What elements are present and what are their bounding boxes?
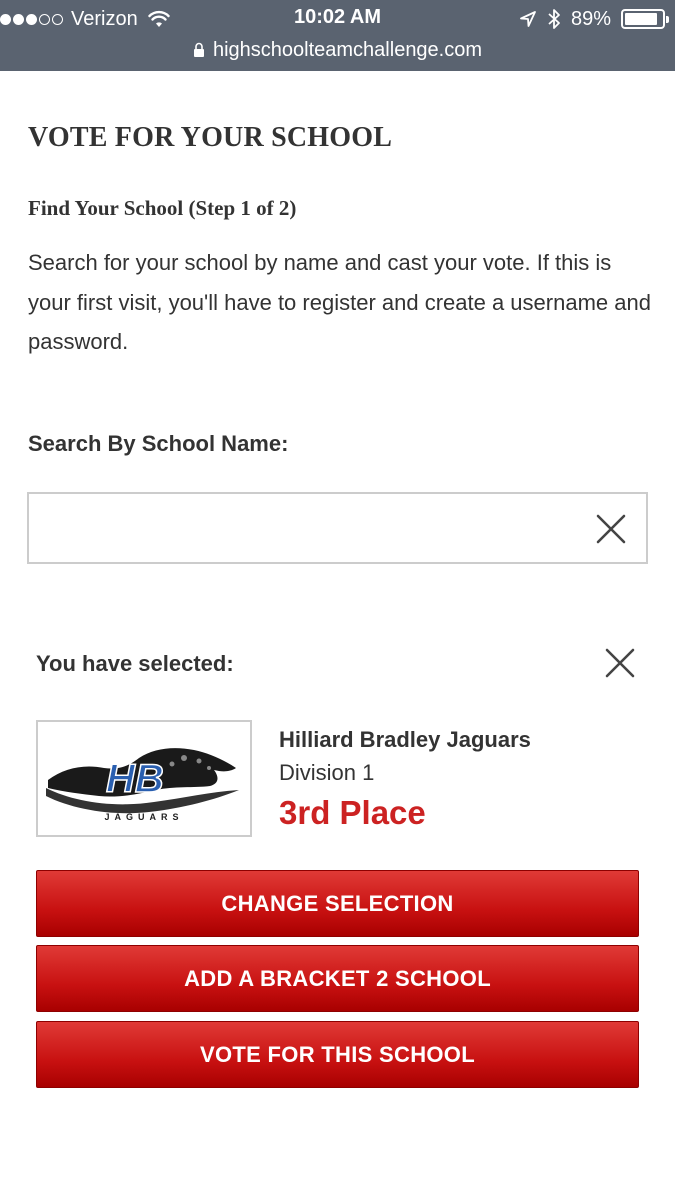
url-bar[interactable]: highschoolteamchallenge.com	[0, 36, 675, 64]
battery-fill	[625, 13, 657, 25]
search-input[interactable]	[39, 504, 579, 552]
status-bar-right: 89%	[519, 6, 669, 32]
battery-nub	[666, 16, 669, 23]
school-name: Hilliard Bradley Jaguars	[279, 727, 531, 752]
change-selection-button[interactable]: CHANGE SELECTION	[36, 870, 639, 937]
page-title: VOTE FOR YOUR SCHOOL	[28, 122, 393, 153]
search-field[interactable]	[27, 492, 648, 564]
lock-icon	[193, 42, 204, 57]
intro-text: Search for your school by name and cast …	[28, 250, 651, 354]
close-icon[interactable]	[594, 512, 628, 546]
school-division: Division 1	[279, 760, 375, 785]
school-place: 3rd Place	[279, 794, 426, 831]
url-text: highschoolteamchallenge.com	[212, 38, 483, 61]
bluetooth-icon	[548, 9, 560, 29]
jaguar-logo-icon: HB JAGUARS	[46, 748, 239, 822]
location-arrow-icon	[520, 11, 536, 27]
status-bar: Verizon 10:02 AM 89% highschoolteamchall…	[0, 0, 675, 71]
add-bracket-2-school-button[interactable]: ADD A BRACKET 2 SCHOOL	[36, 945, 639, 1012]
search-label: Search By School Name:	[28, 431, 289, 456]
step-title: Find Your School (Step 1 of 2)	[28, 196, 297, 220]
logo-subtext: JAGUARS	[104, 812, 183, 822]
vote-for-this-school-button[interactable]: VOTE FOR THIS SCHOOL	[36, 1021, 639, 1088]
selected-label: You have selected:	[36, 651, 234, 676]
battery-percentage: 89%	[570, 7, 611, 30]
battery-icon	[621, 9, 669, 29]
close-icon[interactable]	[603, 646, 637, 680]
school-logo: HB JAGUARS	[36, 720, 252, 837]
logo-letters: HB	[106, 757, 164, 801]
